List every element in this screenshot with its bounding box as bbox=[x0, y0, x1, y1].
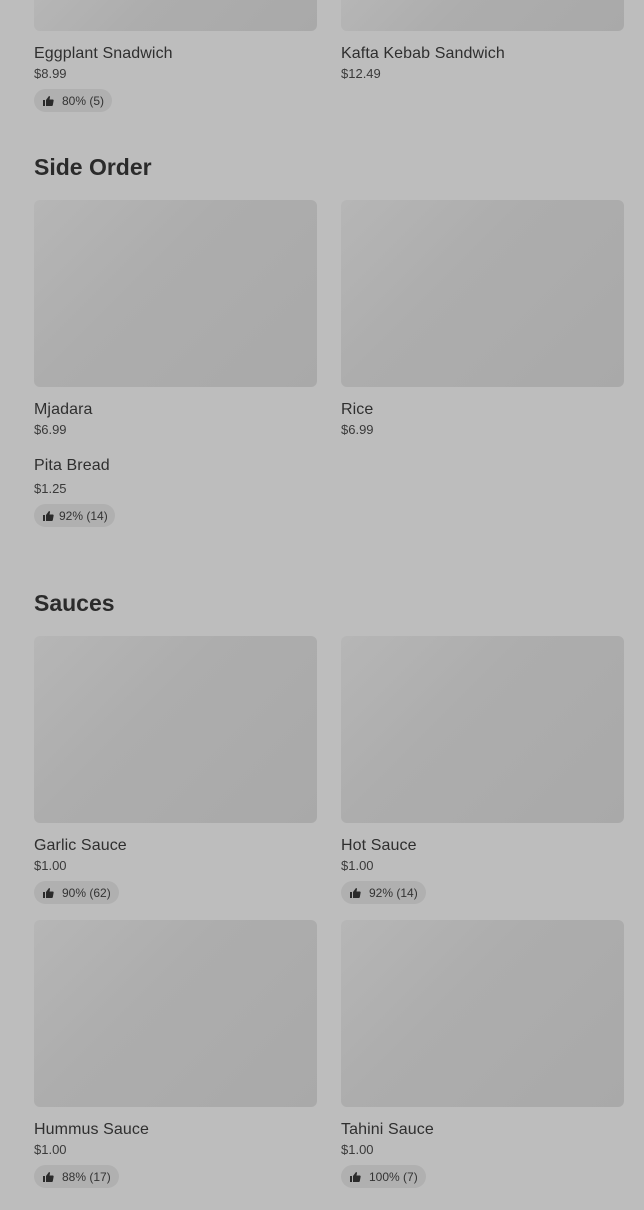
item-name: Hot Sauce bbox=[341, 837, 417, 854]
item-name: Kafta Kebab Sandwich bbox=[341, 45, 505, 62]
item-price: $1.00 bbox=[341, 858, 374, 873]
rating-text: 100% (7) bbox=[369, 1169, 418, 1184]
menu-item-card[interactable]: Tahini Sauce $1.00 100% (7) bbox=[341, 920, 624, 1188]
item-image bbox=[34, 636, 317, 823]
item-price: $1.25 bbox=[34, 481, 67, 496]
item-price: $12.49 bbox=[341, 66, 381, 81]
thumbs-up-icon bbox=[42, 1171, 54, 1183]
item-price: $8.99 bbox=[34, 66, 67, 81]
thumbs-up-icon bbox=[42, 887, 54, 899]
item-name: Hummus Sauce bbox=[34, 1121, 150, 1138]
rating-badge: 80% (5) bbox=[34, 89, 113, 112]
rating-badge: 100% (7) bbox=[341, 1165, 426, 1188]
item-image bbox=[341, 920, 624, 1107]
rating-badge: 88% (17) bbox=[34, 1165, 119, 1188]
item-name: Tahini Sauce bbox=[341, 1121, 434, 1138]
menu-item-card[interactable]: Eggplant Snadwich $8.99 80% (5) bbox=[34, 0, 317, 112]
menu-item-card[interactable]: Rice $6.99 bbox=[341, 200, 624, 439]
rating-badge: 92% (14) bbox=[34, 504, 115, 527]
thumbs-up-icon bbox=[42, 510, 54, 522]
item-image bbox=[341, 636, 624, 823]
thumbs-up-icon bbox=[349, 1171, 361, 1183]
menu-item-card[interactable]: Mjadara $6.99 bbox=[34, 200, 317, 439]
rating-text: 92% (14) bbox=[59, 508, 108, 523]
rating-text: 80% (5) bbox=[62, 93, 105, 108]
item-image bbox=[34, 200, 317, 387]
section-title-side-order: Side Order bbox=[34, 154, 152, 180]
item-price: $1.00 bbox=[34, 858, 67, 873]
menu-item-card[interactable]: Hot Sauce $1.00 92% (14) bbox=[341, 636, 624, 904]
menu-item-card[interactable]: Kafta Kebab Sandwich $12.49 bbox=[341, 0, 624, 83]
section-title-sauces: Sauces bbox=[34, 590, 115, 616]
thumbs-up-icon bbox=[42, 95, 54, 107]
item-name: Eggplant Snadwich bbox=[34, 45, 173, 62]
rating-text: 92% (14) bbox=[369, 885, 418, 900]
menu-item-card[interactable]: Pita Bread $1.25 92% (14) bbox=[34, 456, 115, 527]
item-image bbox=[34, 920, 317, 1107]
item-image bbox=[34, 0, 317, 31]
rating-text: 88% (17) bbox=[62, 1169, 111, 1184]
menu-item-card[interactable]: Hummus Sauce $1.00 88% (17) bbox=[34, 920, 317, 1188]
item-name: Mjadara bbox=[34, 401, 93, 418]
item-image bbox=[341, 0, 624, 31]
rating-badge: 90% (62) bbox=[34, 881, 119, 904]
item-price: $1.00 bbox=[34, 1142, 67, 1157]
item-price: $6.99 bbox=[341, 422, 374, 437]
item-name: Rice bbox=[341, 401, 374, 418]
item-name: Garlic Sauce bbox=[34, 837, 127, 854]
item-price: $6.99 bbox=[34, 422, 67, 437]
rating-text: 90% (62) bbox=[62, 885, 111, 900]
item-image bbox=[341, 200, 624, 387]
thumbs-up-icon bbox=[349, 887, 361, 899]
item-price: $1.00 bbox=[341, 1142, 374, 1157]
item-name: Pita Bread bbox=[34, 457, 110, 474]
rating-badge: 92% (14) bbox=[341, 881, 426, 904]
menu-item-card[interactable]: Garlic Sauce $1.00 90% (62) bbox=[34, 636, 317, 904]
